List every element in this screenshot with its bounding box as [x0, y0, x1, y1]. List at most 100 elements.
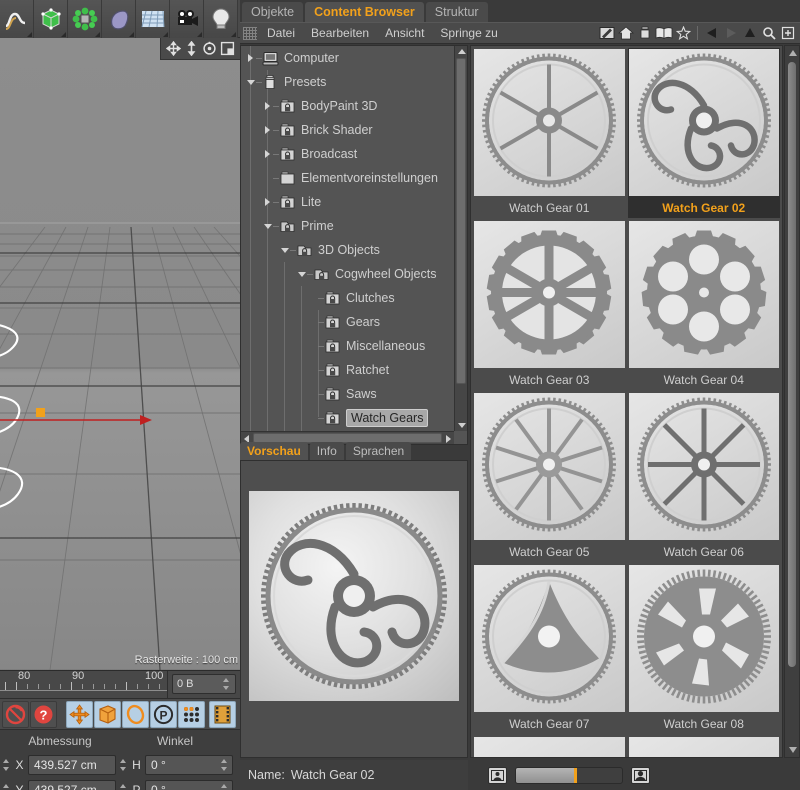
edit-pen-icon[interactable]	[598, 24, 616, 42]
h-angle-stepper[interactable]	[220, 757, 229, 773]
move-view-icon[interactable]	[166, 40, 182, 57]
menu-springe-zu[interactable]: Springe zu	[432, 22, 505, 44]
viewport-nav-icons[interactable]	[160, 38, 240, 60]
search-icon[interactable]	[760, 24, 778, 42]
new-folder-icon[interactable]	[779, 24, 797, 42]
tree-item-prime[interactable]: Prime	[241, 214, 454, 238]
deformer-button[interactable]	[102, 0, 136, 38]
thumbnail-cell[interactable]	[473, 736, 626, 757]
p-angle-stepper[interactable]	[220, 782, 229, 790]
camera-button[interactable]	[170, 0, 204, 38]
tab-objekte[interactable]: Objekte	[242, 2, 304, 22]
tree-vscroll-thumb[interactable]	[456, 58, 466, 384]
tree-item-computer[interactable]: Computer	[241, 46, 454, 70]
x-size-field[interactable]: 439.527 cm	[28, 754, 116, 775]
menu-ansicht[interactable]: Ansicht	[377, 22, 432, 44]
frame-stepper[interactable]	[222, 676, 231, 692]
scale-tool-button[interactable]	[94, 700, 121, 728]
tree-item-clutches[interactable]: Clutches	[241, 286, 454, 310]
menu-datei[interactable]: Datei	[259, 22, 303, 44]
tree-item-lite[interactable]: Lite	[241, 190, 454, 214]
spline-tool-button[interactable]	[0, 0, 34, 38]
thumbnail-size-slider[interactable]	[515, 766, 623, 784]
frame-value-field[interactable]: 0 B	[172, 674, 236, 694]
3d-viewport[interactable]: Rasterweite : 100 cm	[0, 38, 240, 670]
back-arrow-icon[interactable]	[703, 24, 721, 42]
tree-item-watch-gears[interactable]: Watch Gears	[241, 406, 454, 430]
tab-sprachen[interactable]: Sprachen	[345, 442, 412, 460]
tab-vorschau[interactable]: Vorschau	[240, 442, 308, 460]
floor-environment-button[interactable]	[136, 0, 170, 38]
thumbnail-cell[interactable]: Watch Gear 05	[473, 392, 626, 562]
tab-content-browser[interactable]: Content Browser	[305, 2, 424, 22]
hypernurbs-button[interactable]	[68, 0, 102, 38]
home-icon[interactable]	[617, 24, 635, 42]
thumbnail-cell[interactable]: Watch Gear 07	[473, 564, 626, 734]
twisty-icon[interactable]	[262, 94, 273, 118]
scroll-up-arrow[interactable]	[789, 50, 797, 56]
thumbnail-grid-panel[interactable]: Watch Gear 01 Watch Gear 02 Watch Gear 0…	[470, 45, 783, 758]
tree-item-ratchet[interactable]: Ratchet	[241, 358, 454, 382]
twisty-icon[interactable]	[296, 262, 307, 286]
tree-item-presets[interactable]: Presets	[241, 70, 454, 94]
menu-bearbeiten[interactable]: Bearbeiten	[303, 22, 377, 44]
thumbnail-cell[interactable]: Watch Gear 03	[473, 220, 626, 390]
scroll-down-arrow[interactable]	[789, 747, 797, 753]
undo-rotate-button[interactable]	[2, 700, 29, 728]
thumbnail-cell-selected[interactable]: Watch Gear 02	[627, 48, 780, 218]
tree-item-elementvoreinstellungen[interactable]: Elementvoreinstellungen	[241, 166, 454, 190]
tree-item-cogwheel-objects[interactable]: Cogwheel Objects	[241, 262, 454, 286]
tab-struktur[interactable]: Struktur	[425, 2, 488, 22]
points-tool-button[interactable]	[178, 700, 205, 728]
twisty-icon[interactable]	[245, 46, 256, 70]
twisty-icon[interactable]	[279, 238, 290, 262]
tree-item-brick-shader[interactable]: Brick Shader	[241, 118, 454, 142]
small-thumb-icon[interactable]	[488, 766, 507, 784]
p-stepper[interactable]	[119, 782, 128, 790]
thumbnail-cell[interactable]: Watch Gear 01	[473, 48, 626, 218]
rotate-tool-button[interactable]	[122, 700, 149, 728]
grid-scroll-thumb[interactable]	[788, 62, 796, 667]
p-angle-field[interactable]: 0 °	[145, 779, 233, 790]
slider-handle[interactable]	[574, 767, 578, 783]
thumbnail-cell[interactable]: Watch Gear 04	[627, 220, 780, 390]
tree-item-broadcast[interactable]: Broadcast	[241, 142, 454, 166]
thumbnail-grid[interactable]: Watch Gear 01 Watch Gear 02 Watch Gear 0…	[471, 46, 782, 757]
h-angle-field[interactable]: 0 °	[145, 754, 233, 775]
large-thumb-icon[interactable]	[631, 766, 650, 784]
cube-primitive-button[interactable]	[34, 0, 68, 38]
twisty-icon[interactable]	[262, 142, 273, 166]
light-button[interactable]	[204, 0, 238, 38]
zoom-view-icon[interactable]	[184, 40, 199, 57]
rotate-view-icon[interactable]	[202, 41, 217, 56]
parametric-tool-button[interactable]: P	[150, 700, 177, 728]
timeline-ruler[interactable]: 80 90 100	[0, 671, 168, 699]
move-tool-button[interactable]	[66, 700, 93, 728]
x-stepper[interactable]	[2, 757, 11, 773]
thumbnail-cell[interactable]	[627, 736, 780, 757]
tree-item-3d-objects[interactable]: 3D Objects	[241, 238, 454, 262]
tree-item-gears[interactable]: Gears	[241, 310, 454, 334]
preset-jar-icon[interactable]	[636, 24, 654, 42]
twisty-icon[interactable]	[262, 214, 273, 238]
tree-item-miscellaneous[interactable]: Miscellaneous	[241, 334, 454, 358]
thumbnail-cell[interactable]: Watch Gear 08	[627, 564, 780, 734]
timeline-bar[interactable]: 80 90 100 0 B	[0, 670, 240, 699]
help-button[interactable]: ?	[30, 700, 57, 728]
h-stepper[interactable]	[119, 757, 128, 773]
tree-vertical-scrollbar[interactable]	[454, 46, 467, 431]
twisty-icon[interactable]	[245, 70, 256, 94]
twisty-icon[interactable]	[262, 190, 273, 214]
preset-tree[interactable]: Computer Presets BodyPaint 3D Brick Shad…	[241, 46, 454, 431]
tab-info[interactable]: Info	[309, 442, 344, 460]
y-stepper[interactable]	[2, 782, 11, 790]
thumbnail-cell[interactable]: Watch Gear 06	[627, 392, 780, 562]
up-arrow-icon[interactable]	[741, 24, 759, 42]
tree-item-bodypaint-3d[interactable]: BodyPaint 3D	[241, 94, 454, 118]
render-view-button[interactable]	[209, 700, 236, 728]
tree-item-saws[interactable]: Saws	[241, 382, 454, 406]
favorite-star-icon[interactable]	[674, 24, 692, 42]
toggle-view-icon[interactable]	[220, 41, 235, 56]
grid-vertical-scrollbar[interactable]	[784, 45, 800, 758]
panel-grip-icon[interactable]	[243, 26, 257, 40]
